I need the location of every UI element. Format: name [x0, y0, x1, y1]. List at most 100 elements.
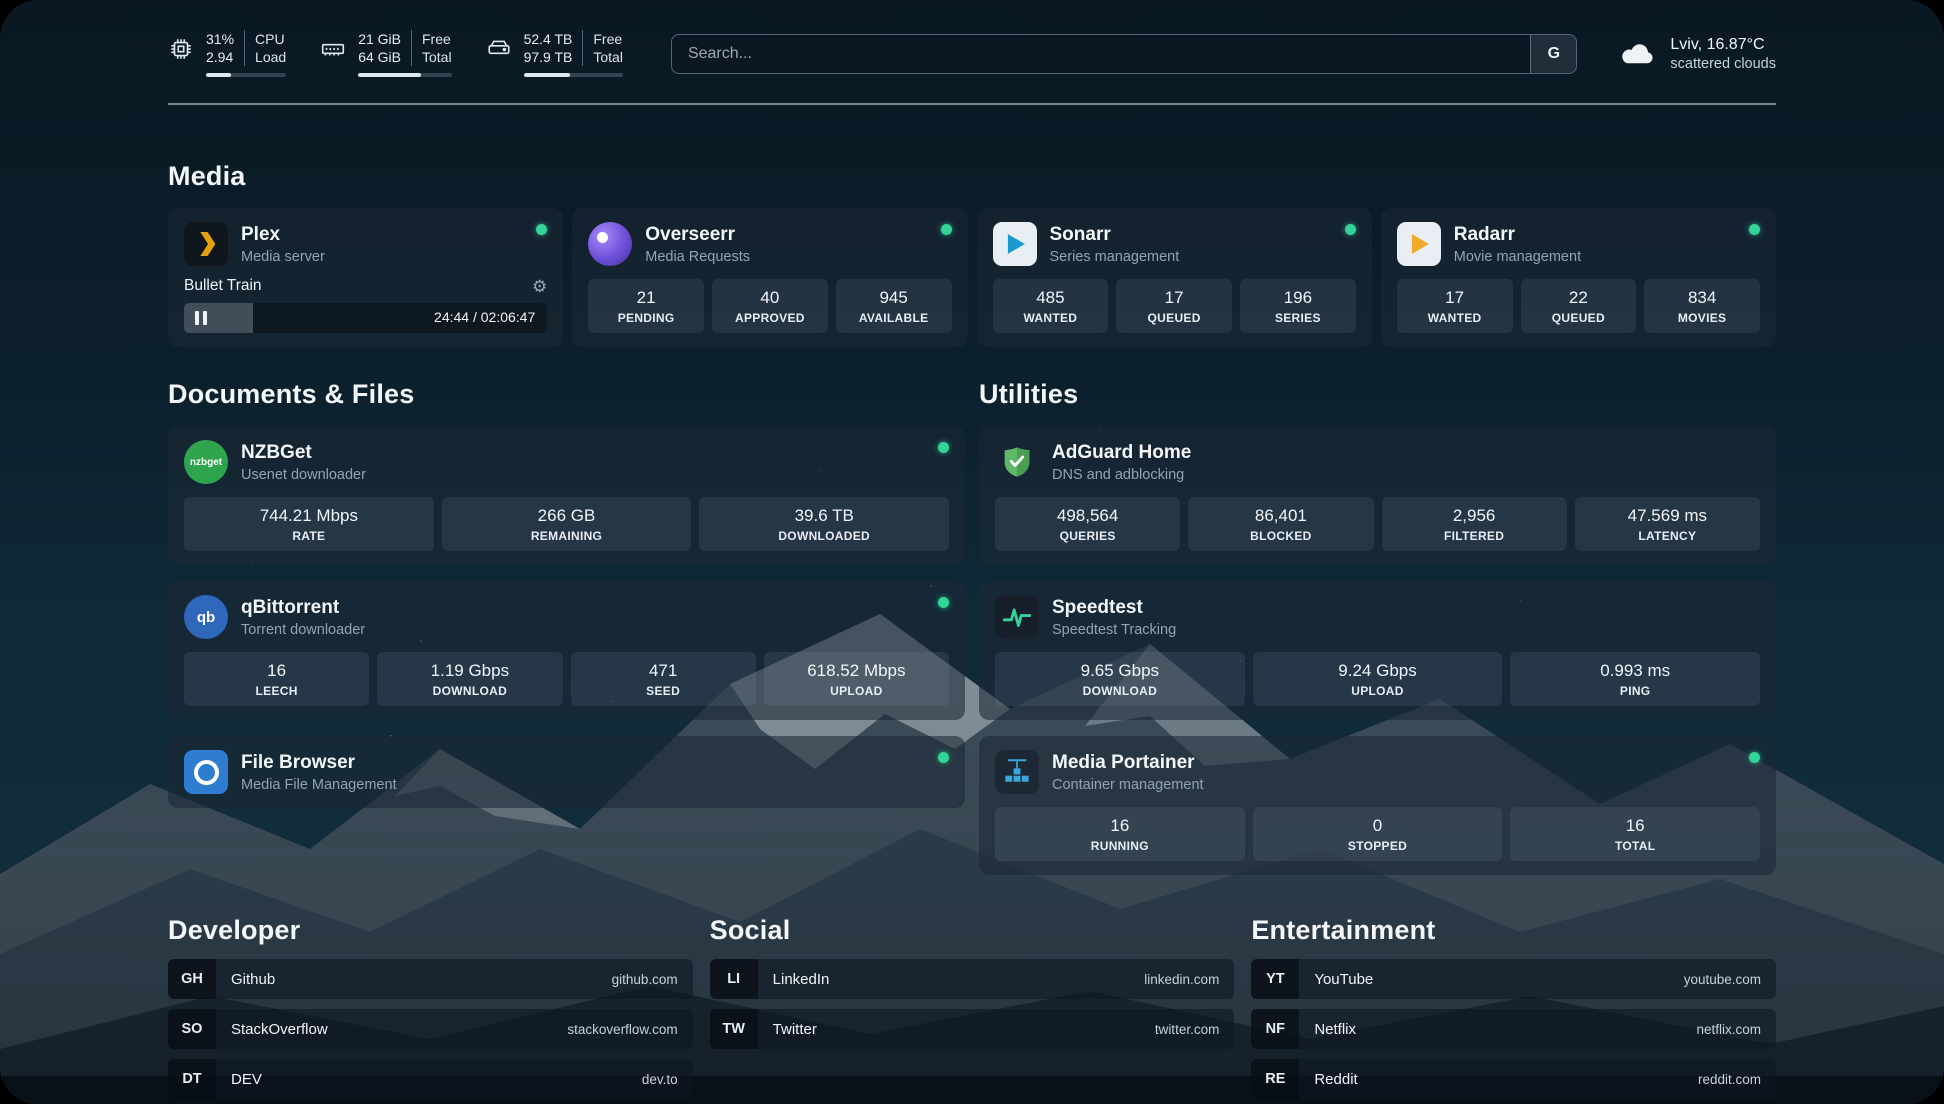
bookmark-github[interactable]: GH Github github.com — [168, 959, 693, 999]
stat-filtered: 2,956FILTERED — [1382, 497, 1567, 551]
stat-remaining: 266 GBREMAINING — [442, 497, 692, 551]
stat-rate: 744.21 MbpsRATE — [184, 497, 434, 551]
stat-leech: 16LEECH — [184, 652, 369, 706]
speedtest-icon — [995, 595, 1039, 639]
topbar: 31% 2.94 CPU Load — [168, 30, 1776, 77]
stat-series: 196SERIES — [1240, 279, 1356, 333]
speedtest-card[interactable]: Speedtest Speedtest Tracking 9.65 GbpsDO… — [979, 581, 1776, 720]
cpu-label: CPU — [255, 30, 286, 48]
documents-column: Documents & Files nzbget NZBGet Usenet d… — [168, 379, 965, 808]
filebrowser-icon — [184, 750, 228, 794]
radarr-icon — [1397, 222, 1441, 266]
app-title: Overseerr — [645, 224, 750, 246]
app-title: NZBGet — [241, 442, 366, 464]
section-heading-entertainment: Entertainment — [1251, 915, 1776, 946]
plex-icon — [184, 222, 228, 266]
stat-pending: 21PENDING — [588, 279, 704, 333]
portainer-card[interactable]: Media Portainer Container management 16R… — [979, 736, 1776, 875]
section-heading-media: Media — [168, 161, 1776, 192]
qbittorrent-card[interactable]: qb qBittorrent Torrent downloader 16LEEC… — [168, 581, 965, 720]
stat-wanted: 485WANTED — [993, 279, 1109, 333]
plex-card[interactable]: Plex Media server Bullet Train ⚙ 24:44 /… — [168, 208, 563, 347]
ram-progress-bar — [358, 73, 451, 77]
bookmark-reddit[interactable]: RE Reddit reddit.com — [1251, 1059, 1776, 1099]
bookmark-youtube[interactable]: YT YouTube youtube.com — [1251, 959, 1776, 999]
app-subtitle: Torrent downloader — [241, 622, 365, 638]
stat-upload: 618.52 MbpsUPLOAD — [764, 652, 949, 706]
cpu-chip-icon — [168, 36, 194, 62]
header-divider — [168, 103, 1776, 105]
nzbget-icon: nzbget — [184, 440, 228, 484]
cloud-icon — [1619, 39, 1657, 69]
bookmark-netflix[interactable]: NF Netflix netflix.com — [1251, 1009, 1776, 1049]
bookmark-stackoverflow[interactable]: SO StackOverflow stackoverflow.com — [168, 1009, 693, 1049]
social-bookmarks: Social LI LinkedIn linkedin.com TW Twitt… — [710, 915, 1235, 1049]
app-title: Speedtest — [1052, 597, 1176, 619]
disk-total: 97.9 TB — [524, 48, 573, 66]
nzbget-card[interactable]: nzbget NZBGet Usenet downloader 744.21 M… — [168, 426, 965, 565]
sonarr-card[interactable]: Sonarr Series management 485WANTED 17QUE… — [977, 208, 1372, 347]
stat-queued: 22QUEUED — [1521, 279, 1637, 333]
stat-download: 1.19 GbpsDOWNLOAD — [377, 652, 562, 706]
app-subtitle: Media File Management — [241, 777, 397, 793]
app-title: AdGuard Home — [1052, 442, 1191, 464]
dashboard-screen: 31% 2.94 CPU Load — [0, 0, 1944, 1104]
stat-total: 16TOTAL — [1510, 807, 1760, 861]
now-playing-title: Bullet Train — [184, 277, 262, 295]
pause-icon[interactable] — [195, 311, 207, 325]
app-subtitle: Container management — [1052, 777, 1204, 793]
disk-label-2: Total — [593, 48, 623, 66]
stat-ping: 0.993 msPING — [1510, 652, 1760, 706]
section-heading-documents: Documents & Files — [168, 379, 965, 410]
ram-free: 21 GiB — [358, 30, 401, 48]
app-subtitle: Media Requests — [645, 249, 750, 265]
weather-widget[interactable]: Lviv, 16.87°C scattered clouds — [1619, 36, 1776, 72]
filebrowser-card[interactable]: File Browser Media File Management — [168, 736, 965, 808]
bookmark-twitter[interactable]: TW Twitter twitter.com — [710, 1009, 1235, 1049]
search-bar: G — [671, 34, 1577, 74]
stat-latency: 47.569 msLATENCY — [1575, 497, 1760, 551]
stat-seed: 471SEED — [571, 652, 756, 706]
status-dot — [941, 224, 952, 235]
stat-running: 16RUNNING — [995, 807, 1245, 861]
section-heading-utilities: Utilities — [979, 379, 1776, 410]
disk-stat: 52.4 TB 97.9 TB Free Total — [486, 30, 623, 77]
stat-approved: 40APPROVED — [712, 279, 828, 333]
disk-progress-bar — [524, 73, 623, 77]
hard-drive-icon — [486, 36, 512, 62]
search-engine-button[interactable]: G — [1530, 35, 1576, 73]
app-title: Sonarr — [1050, 224, 1180, 246]
weather-condition: scattered clouds — [1670, 56, 1776, 72]
ram-label: Free — [422, 30, 452, 48]
search-input[interactable] — [672, 35, 1530, 73]
overseerr-card[interactable]: Overseerr Media Requests 21PENDING 40APP… — [572, 208, 967, 347]
ram-icon — [320, 36, 346, 62]
app-subtitle: DNS and adblocking — [1052, 467, 1191, 483]
radarr-card[interactable]: Radarr Movie management 17WANTED 22QUEUE… — [1381, 208, 1776, 347]
app-title: qBittorrent — [241, 597, 365, 619]
stat-downloaded: 39.6 TBDOWNLOADED — [699, 497, 949, 551]
app-subtitle: Movie management — [1454, 249, 1581, 265]
cpu-progress-bar — [206, 73, 286, 77]
stat-available: 945AVAILABLE — [836, 279, 952, 333]
app-title: Plex — [241, 224, 325, 246]
ram-label-2: Total — [422, 48, 452, 66]
cpu-stat: 31% 2.94 CPU Load — [168, 30, 286, 77]
bookmark-dev[interactable]: DT DEV dev.to — [168, 1059, 693, 1099]
qbittorrent-icon: qb — [184, 595, 228, 639]
section-heading-social: Social — [710, 915, 1235, 946]
playback-progress-bar[interactable]: 24:44 / 02:06:47 — [184, 303, 547, 333]
stat-download: 9.65 GbpsDOWNLOAD — [995, 652, 1245, 706]
playback-time: 24:44 / 02:06:47 — [434, 309, 535, 325]
gear-icon[interactable]: ⚙ — [532, 278, 547, 295]
stat-stopped: 0STOPPED — [1253, 807, 1503, 861]
developer-bookmarks: Developer GH Github github.com SO StackO… — [168, 915, 693, 1099]
adguard-card[interactable]: AdGuard Home DNS and adblocking 498,564Q… — [979, 426, 1776, 565]
adguard-shield-icon — [995, 440, 1039, 484]
memory-stat: 21 GiB 64 GiB Free Total — [320, 30, 451, 77]
disk-free: 52.4 TB — [524, 30, 573, 48]
stat-wanted: 17WANTED — [1397, 279, 1513, 333]
stat-queries: 498,564QUERIES — [995, 497, 1180, 551]
section-heading-developer: Developer — [168, 915, 693, 946]
bookmark-linkedin[interactable]: LI LinkedIn linkedin.com — [710, 959, 1235, 999]
